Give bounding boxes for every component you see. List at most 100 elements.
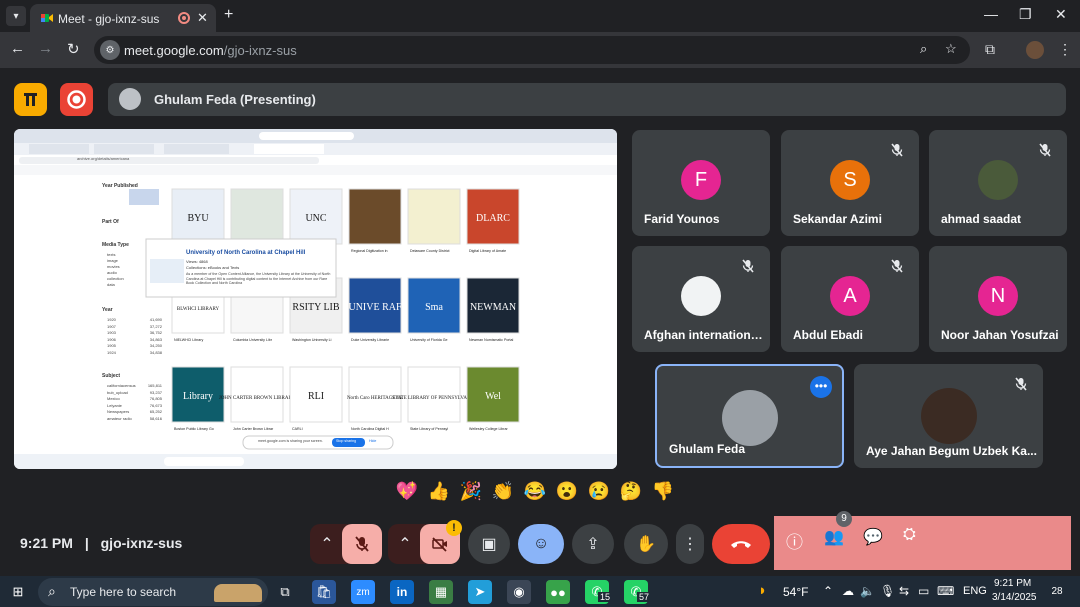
volume-icon[interactable]: 🔈 [860,584,875,598]
reaction-emoji[interactable]: 😂 [522,481,548,507]
task-view-icon[interactable]: ⧉ [273,580,297,604]
participant-tile[interactable]: S Sekandar Azimi [781,130,919,236]
bookmark-star-icon[interactable]: ☆ [945,41,957,57]
telegram-icon[interactable]: ➤ [468,580,492,604]
close-window-icon[interactable]: ✕ [1055,6,1067,23]
library-card[interactable]: Sma University of Florida Ge [407,277,461,342]
browser-menu-icon[interactable]: ⋮ [1058,41,1072,58]
more-options-button[interactable]: ⋮ [676,524,704,564]
participant-tile[interactable]: N Noor Jahan Yosufzai [929,246,1067,352]
participant-tile[interactable]: Afghan international... [632,246,770,352]
library-card-logo-text: UNIVE RAF [348,302,401,313]
reaction-emoji[interactable]: 😮 [554,481,580,507]
reaction-emoji[interactable]: 🤔 [618,481,644,507]
raise-hand-button[interactable]: ✋ [624,524,668,564]
weather-icon[interactable]: ◗ [758,582,767,599]
muted-mic-icon [1015,377,1027,391]
clock-time[interactable]: 9:21 PM [994,578,1031,589]
profile-avatar[interactable] [1026,41,1044,59]
library-card[interactable]: BYU [171,188,225,245]
captions-button[interactable]: ▣ [468,524,510,564]
participant-tile[interactable]: Aye Jahan Begum Uzbek Ka... [854,364,1043,468]
cloud-icon[interactable]: ☁ [842,584,854,598]
library-card-logo-text: BYU [187,213,209,224]
mic-options-chevron-icon[interactable]: ⌃ [312,524,342,564]
reaction-emoji[interactable]: 👏 [490,481,516,507]
library-card[interactable]: DLARC Digital Library of Amate [466,188,520,253]
forward-arrow-icon[interactable]: → [38,40,53,57]
hand-icon: ✋ [636,536,656,553]
network-icon[interactable]: ⇆ [899,584,909,598]
reload-icon[interactable]: ↻ [67,40,80,58]
library-card[interactable]: Delaware County District [407,188,461,253]
stop-sharing-button[interactable]: Stop sharing [336,439,356,443]
participant-tile[interactable]: Ghulam Feda ••• [655,364,844,468]
back-arrow-icon[interactable]: ← [10,40,25,57]
minimize-icon[interactable]: — [984,6,998,22]
library-card[interactable]: Regional Digitization in [348,188,402,253]
facet-row[interactable]: amateur radio 58,616 [107,416,162,423]
participant-tile[interactable]: ahmad saadat [929,130,1067,236]
library-card[interactable]: RLI CARLI [289,366,343,431]
meeting-details-icon[interactable]: ⓘ [786,528,803,553]
participant-tile[interactable]: A Abdul Ebadi [781,246,919,352]
emoji-reactions-button[interactable]: ☺ [518,524,564,564]
reaction-emoji[interactable]: 👎 [650,481,676,507]
new-tab-button[interactable]: + [224,6,233,24]
tray-chevron-icon[interactable]: ⌃ [823,584,833,598]
recording-button[interactable] [60,83,93,116]
chrome-icon[interactable]: ◉ [507,580,531,604]
store-icon[interactable]: 🛍 [312,580,336,604]
taskbar-search-box[interactable]: ⌕ Type here to search [38,578,268,606]
facet-row[interactable]: 1924 34,838 [107,350,162,357]
microphone-tray-icon[interactable]: 🎙 [880,584,895,598]
keyboard-icon[interactable]: ⌨ [937,584,954,598]
zoom-icon[interactable]: ⌕ [920,41,927,57]
windows-start-icon[interactable]: ⊞ [6,580,30,604]
meeting-activities-button[interactable] [14,83,47,116]
chat-icon[interactable]: 💬 [863,527,883,547]
tab-meet[interactable]: Meet - gjo-ixnz-sus ✕ [30,4,216,32]
reaction-emoji[interactable]: 🎉 [458,481,484,507]
reaction-emoji[interactable]: 👍 [426,481,452,507]
library-card[interactable]: Library Boston Public Library Go [171,366,225,431]
library-card-logo-text: RSITY LIB [292,302,339,313]
participant-tile[interactable]: F Farid Younos [632,130,770,236]
battery-icon[interactable]: ▭ [918,584,929,598]
reaction-emoji[interactable]: 💖 [394,481,420,507]
hide-share-bar-button[interactable]: Hide [369,439,376,443]
photos-icon[interactable]: ▦ [429,580,453,604]
zoom-app-icon[interactable]: zm [351,580,375,604]
camera-options-chevron-icon[interactable]: ⌃ [390,524,420,564]
media-type-item[interactable]: data [107,282,124,288]
address-bar[interactable]: ⚙ meet.google.com/gjo-ixnz-sus ⌕ ☆ [94,36,970,64]
extensions-icon[interactable]: ⧉ [985,41,995,58]
library-card[interactable] [230,188,284,245]
people-icon[interactable]: 👥 [824,527,844,547]
reaction-emoji[interactable]: 😢 [586,481,612,507]
clock-date[interactable]: 3/14/2025 [992,592,1037,603]
activities-icon[interactable]: ⛭ [903,526,916,544]
maximize-icon[interactable]: ❐ [1019,6,1032,23]
building-icon [24,93,37,106]
library-card-label: University of Florida Ge [410,338,448,342]
language-indicator[interactable]: ENG [963,585,987,597]
participant-avatar: S [830,160,870,200]
close-tab-icon[interactable]: ✕ [197,10,208,26]
windows-taskbar: ⊞ ⌕ Type here to search ⧉ 🛍 zm in ▦ ➤ ◉ … [0,576,1080,607]
more-options-icon[interactable]: ••• [810,376,832,398]
linkedin-icon[interactable]: in [390,580,414,604]
facet-count: 34,838 [149,349,162,355]
site-info-icon[interactable]: ⚙ [100,40,120,60]
library-card-logo-text: DLARC [476,213,510,224]
notification-center-icon[interactable]: 28 [1046,582,1068,602]
present-screen-button[interactable]: ⇪ [572,524,614,564]
library-card[interactable]: Wel Wellesley College Librar [466,366,520,431]
leave-call-button[interactable] [712,524,770,564]
library-card[interactable]: UNC [289,188,343,245]
library-card[interactable]: UNIVE RAF Duke University Librarie [348,277,402,342]
microphone-toggle-button[interactable] [342,524,382,564]
game-app-icon[interactable]: ●● [546,580,570,604]
tab-search-button[interactable]: ▾ [6,6,26,26]
library-card[interactable]: NEWMAN Newman Numismatic Portal [466,277,520,342]
